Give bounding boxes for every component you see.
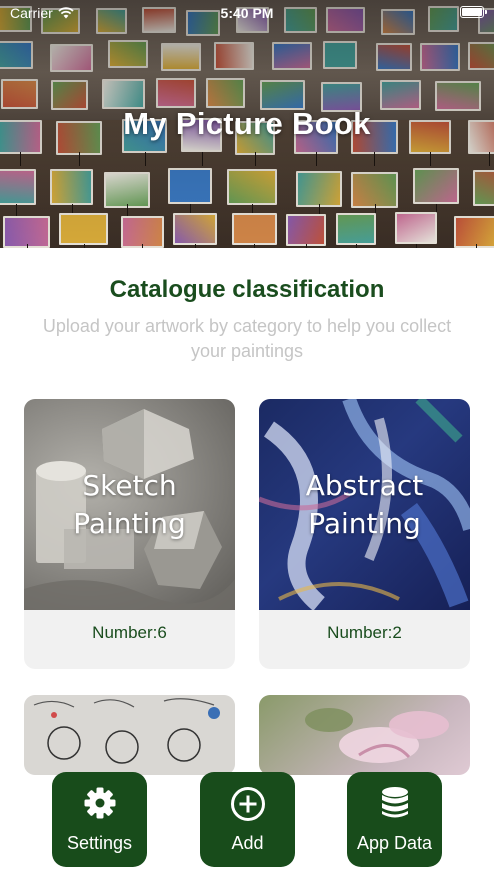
category-count: Number:6 — [92, 623, 167, 642]
status-time: 5:40 PM — [220, 5, 274, 21]
category-image-sketch: Sketch Painting — [24, 399, 235, 610]
database-icon — [381, 787, 408, 818]
add-label: Add — [231, 833, 264, 853]
settings-label: Settings — [66, 833, 133, 853]
category-card-sketch[interactable]: Sketch Painting Number:6 — [24, 399, 235, 669]
settings-button[interactable]: Settings — [52, 772, 147, 867]
category-title: Abstract — [305, 468, 424, 502]
category-card-abstract[interactable]: Abstract Painting Number:2 — [259, 399, 470, 669]
category-card-doodle[interactable] — [24, 695, 235, 775]
category-subtitle: Painting — [73, 506, 186, 540]
section-title: Catalogue classification — [109, 276, 385, 303]
category-image-doodle — [24, 695, 235, 775]
app-data-button[interactable]: App Data — [347, 772, 442, 867]
category-count: Number:2 — [327, 623, 402, 642]
category-card-flower[interactable] — [259, 695, 470, 775]
plus-circle-icon — [230, 787, 265, 821]
header-banner: Carrier 5:40 PM My Picture Book — [0, 0, 494, 248]
app-data-label: App Data — [356, 833, 433, 853]
category-subtitle: Painting — [308, 506, 421, 540]
page-title: My Picture Book — [123, 106, 371, 141]
category-image-flower — [259, 695, 470, 775]
category-title: Sketch — [82, 468, 177, 502]
gear-icon — [84, 787, 115, 819]
category-image-abstract: Abstract Painting — [259, 399, 470, 610]
status-bar: Carrier 5:40 PM — [0, 0, 494, 26]
section-subtitle: Upload your artwork by category to help … — [42, 316, 452, 361]
add-button[interactable]: Add — [200, 772, 295, 867]
battery-icon — [460, 6, 487, 18]
